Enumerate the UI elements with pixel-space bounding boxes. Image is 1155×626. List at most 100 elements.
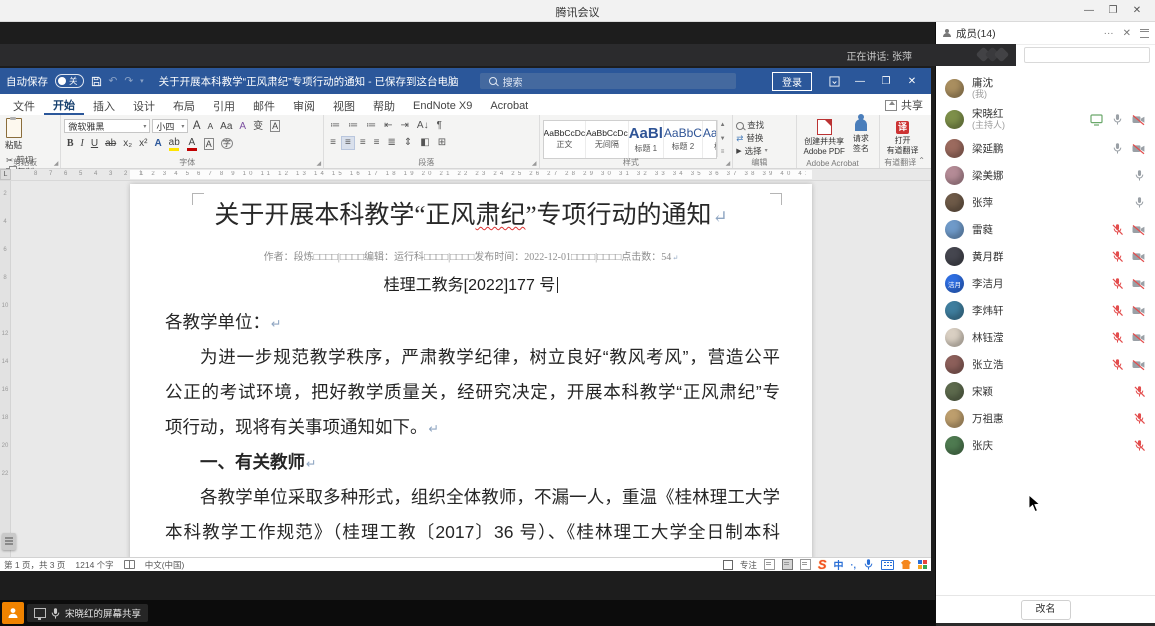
member-row[interactable]: 张庆 (936, 432, 1155, 459)
member-row[interactable]: 梁美娜 (936, 162, 1155, 189)
mic-off-icon[interactable] (1112, 304, 1123, 317)
word-count[interactable]: 1214 个字 (75, 559, 113, 571)
page-indicator[interactable]: 第 1 页，共 3 页 (4, 559, 65, 571)
style-item-2[interactable]: AaBl标题 1 (629, 121, 664, 158)
word-search-box[interactable]: 搜索 (480, 73, 736, 89)
tab-stop-selector[interactable]: L (0, 169, 11, 180)
ribbon-tab-3[interactable]: 设计 (124, 94, 164, 115)
font-tool-icon-3[interactable]: ab (103, 137, 119, 150)
paragraph-tool-icon-0[interactable]: ≡ (327, 136, 339, 150)
camera-off-icon[interactable] (1132, 114, 1145, 126)
document-page[interactable]: 关于开展本科教学“正风肃纪”专项行动的通知↵ 作者：段炼□□□□|□□□□编辑：… (130, 184, 812, 557)
collapse-ribbon-icon[interactable]: ⌃ (918, 156, 925, 165)
member-row[interactable]: 黄月群 (936, 243, 1155, 270)
meeting-taskbar-button[interactable] (2, 602, 24, 624)
font-tool-icon-0[interactable]: A (190, 120, 203, 133)
paragraph-tool-icon-6[interactable]: ¶ (434, 119, 445, 133)
camera-off-icon[interactable] (1132, 224, 1145, 236)
paragraph-tool-icon-2[interactable]: ≡ (357, 136, 369, 150)
font-tool-icon-5[interactable]: A (268, 120, 283, 132)
clipboard-dialog-launcher-icon[interactable]: ◢ (54, 160, 59, 167)
font-tool-icon-4[interactable]: x₂ (121, 137, 135, 150)
paragraph-tool-icon-2[interactable]: ≔ (363, 119, 379, 133)
language-indicator[interactable]: 中文(中国) (145, 559, 185, 571)
find-button[interactable]: 查找 (736, 120, 792, 131)
font-tool-icon-4[interactable]: 变 (251, 120, 266, 133)
sogou-ime-icon[interactable]: S (818, 559, 827, 571)
style-item-3[interactable]: AaBbC标题 2 (664, 121, 703, 158)
member-row[interactable]: 梁延鹏 (936, 135, 1155, 162)
font-tool-icon-10[interactable]: 字 (218, 138, 235, 149)
ribbon-tab-5[interactable]: 引用 (204, 94, 244, 115)
font-tool-icon-9[interactable]: A (201, 138, 216, 150)
ime-chinese-mode-icon[interactable]: 中 (834, 557, 844, 571)
font-dialog-launcher-icon[interactable]: ◢ (317, 160, 322, 167)
styles-scroll-down-icon[interactable]: ▼ (720, 136, 726, 142)
member-row[interactable]: 万祖惠 (936, 405, 1155, 432)
styles-gallery-scroller[interactable]: ▲ ▼ ≡ (717, 120, 728, 157)
font-tool-icon-6[interactable]: A (152, 137, 164, 150)
os-restore-button[interactable]: ❐ (1101, 5, 1125, 16)
mic-on-icon[interactable] (1112, 113, 1123, 126)
panel-more-button[interactable]: ··· (1104, 28, 1114, 39)
mic-off-icon[interactable] (1112, 358, 1123, 371)
member-row[interactable]: 李炜轩 (936, 297, 1155, 324)
style-item-4[interactable]: AaBbC标题 (703, 121, 717, 158)
ribbon-tab-10[interactable]: EndNote X9 (404, 94, 481, 115)
redo-icon[interactable]: ↷ (124, 75, 133, 87)
camera-off-icon[interactable] (1132, 278, 1145, 290)
ribbon-tab-6[interactable]: 邮件 (244, 94, 284, 115)
replace-button[interactable]: ⇄替换 (736, 133, 792, 144)
select-button[interactable]: ▶选择▾ (736, 146, 792, 157)
document-area[interactable]: 246810121416182022 关于开展本科教学“正风肃纪”专项行动的通知… (0, 181, 931, 557)
member-row[interactable]: 雷蕤 (936, 216, 1155, 243)
camera-off-icon[interactable] (1132, 251, 1145, 263)
ribbon-tab-7[interactable]: 审阅 (284, 94, 324, 115)
ribbon-tab-8[interactable]: 视图 (324, 94, 364, 115)
font-tool-icon-5[interactable]: x² (137, 137, 150, 150)
request-signature-button[interactable]: 请求签名 (853, 119, 869, 156)
focus-mode-button[interactable]: 专注 (740, 559, 757, 571)
ribbon-tab-1[interactable]: 开始 (44, 94, 84, 115)
style-item-0[interactable]: AaBbCcDc正文 (544, 121, 587, 158)
camera-off-icon[interactable] (1132, 143, 1145, 155)
create-share-pdf-button[interactable]: 创建并共享Adobe PDF (804, 119, 845, 156)
login-button[interactable]: 登录 (772, 72, 812, 91)
paragraph-tool-icon-7[interactable]: ⊞ (435, 136, 449, 150)
member-row[interactable]: 张萍 (936, 189, 1155, 216)
ime-skin-icon[interactable] (901, 560, 911, 569)
paragraph-tool-icon-1[interactable]: ≡ (341, 136, 355, 150)
print-layout-icon[interactable] (782, 559, 793, 570)
mic-off-icon[interactable] (1134, 385, 1145, 398)
mic-on-icon[interactable] (1134, 196, 1145, 209)
panel-menu-icon[interactable] (1140, 29, 1149, 38)
autosave-toggle[interactable]: 关 (55, 74, 84, 88)
styles-more-icon[interactable]: ≡ (721, 149, 725, 155)
os-close-button[interactable]: ✕ (1125, 5, 1149, 16)
word-minimize-button[interactable]: — (847, 76, 873, 87)
font-tool-icon-1[interactable]: I (78, 137, 86, 150)
font-tool-icon-8[interactable]: A (184, 136, 199, 151)
font-name-select[interactable]: 微软雅黑▾ (64, 119, 150, 133)
horizontal-ruler[interactable]: L 8 7 6 5 4 3 2 1 1 2 3 4 5 6 7 8 9 10 1… (0, 169, 931, 181)
panel-close-button[interactable]: ✕ (1123, 28, 1131, 39)
paragraph-tool-icon-3[interactable]: ⇤ (381, 119, 395, 133)
mic-off-icon[interactable] (1112, 223, 1123, 236)
mic-off-icon[interactable] (1112, 331, 1123, 344)
mic-off-icon[interactable] (1112, 250, 1123, 263)
member-search-input[interactable] (1024, 47, 1150, 63)
rename-button[interactable]: 改名 (1021, 600, 1071, 620)
ribbon-display-options-icon[interactable] (829, 76, 840, 87)
paragraph-tool-icon-1[interactable]: ≔ (345, 119, 361, 133)
ribbon-tab-0[interactable]: 文件 (4, 94, 44, 115)
ribbon-tab-2[interactable]: 插入 (84, 94, 124, 115)
styles-scroll-up-icon[interactable]: ▲ (720, 122, 726, 128)
ime-punctuation-icon[interactable]: ·, (851, 560, 857, 570)
camera-off-icon[interactable] (1132, 305, 1145, 317)
share-button[interactable]: 共享 (885, 94, 923, 115)
os-minimize-button[interactable]: — (1077, 5, 1101, 16)
font-tool-icon-2[interactable]: Aa (218, 120, 235, 133)
font-size-select[interactable]: 小四▾ (152, 119, 188, 133)
mic-off-icon[interactable] (1112, 277, 1123, 290)
save-icon[interactable] (91, 76, 102, 87)
